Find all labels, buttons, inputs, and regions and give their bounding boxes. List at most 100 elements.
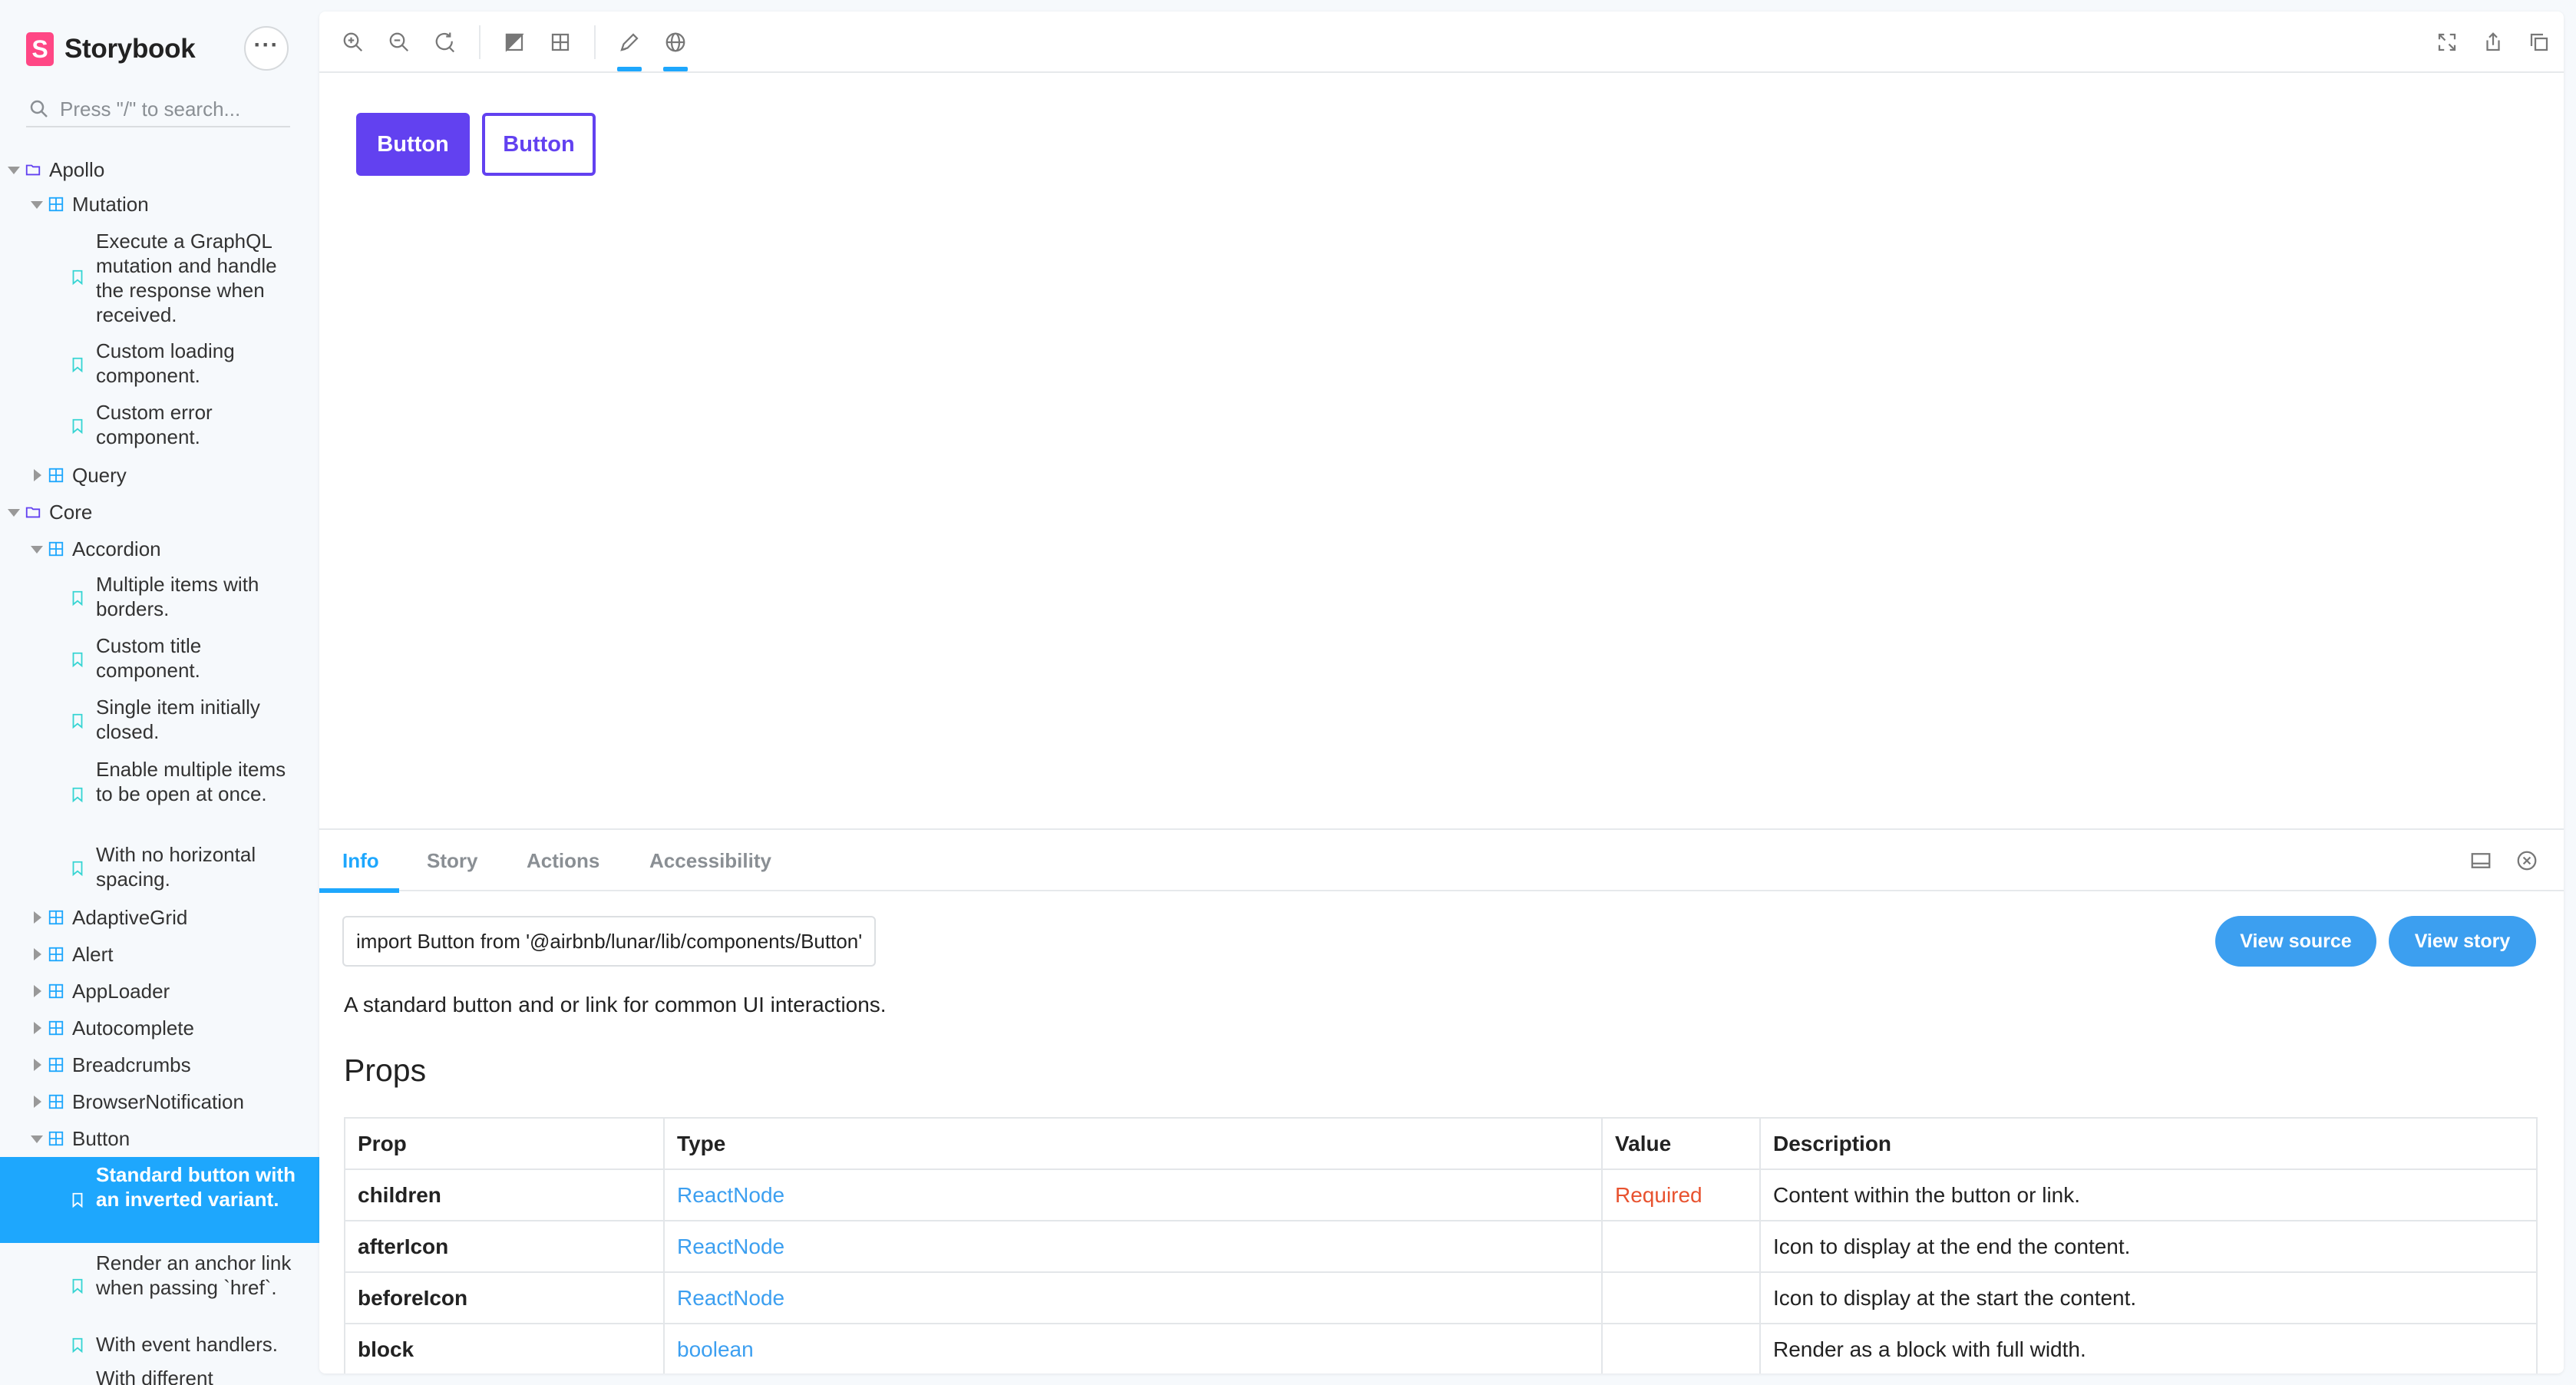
tree-component-accordion[interactable]: Accordion: [0, 531, 319, 567]
bookmark-icon: [72, 1337, 83, 1354]
tree-story-anchor-link[interactable]: Render an anchor link when passing `href…: [0, 1243, 319, 1329]
import-statement[interactable]: import Button from '@airbnb/lunar/lib/co…: [342, 916, 877, 967]
share-button[interactable]: [2479, 28, 2507, 56]
globe-button[interactable]: [662, 28, 689, 71]
tree-component-breadcrumbs[interactable]: Breadcrumbs: [0, 1046, 319, 1083]
prop-name: beforeIcon: [344, 1271, 665, 1324]
tree-group-apollo[interactable]: Apollo: [0, 154, 319, 186]
chevron-down-icon: [31, 1135, 43, 1143]
tree-component-button[interactable]: Button: [0, 1120, 319, 1157]
search-input[interactable]: [60, 97, 282, 121]
tree-label: Autocomplete: [72, 1016, 194, 1040]
tree-group-core[interactable]: Core: [0, 494, 319, 531]
tab-story[interactable]: Story: [427, 830, 477, 891]
fullscreen-icon: [2438, 33, 2456, 51]
brand[interactable]: S Storybook: [26, 29, 196, 69]
tree-component-browsernotification[interactable]: BrowserNotification: [0, 1083, 319, 1120]
column-header-value: Value: [1601, 1117, 1761, 1170]
tree-story-single-closed[interactable]: Single item initially closed.: [0, 690, 319, 752]
column-header-prop: Prop: [344, 1117, 665, 1170]
tree-story-standard-inverted[interactable]: Standard button with an inverted variant…: [0, 1157, 319, 1243]
inverted-button[interactable]: Button: [482, 113, 596, 176]
tree-component-autocomplete[interactable]: Autocomplete: [0, 1010, 319, 1046]
tree-story-with-different[interactable]: With different: [0, 1363, 319, 1385]
view-story-button[interactable]: View story: [2389, 916, 2536, 967]
fullscreen-button[interactable]: [2433, 28, 2461, 56]
table-row: afterIcon ReactNode Icon to display at t…: [344, 1220, 2538, 1273]
panel-position-button[interactable]: [2467, 847, 2495, 874]
props-heading: Props: [344, 1053, 427, 1088]
tree-label: Execute a GraphQL mutation and handle th…: [96, 230, 277, 326]
story-tree: Apollo Mutation Execute a GraphQL mutati…: [0, 154, 319, 1385]
tree-component-query[interactable]: Query: [0, 457, 319, 494]
zoom-out-button[interactable]: [385, 28, 413, 56]
tree-story-multiple-open[interactable]: Enable multiple items to be open at once…: [0, 752, 319, 838]
tree-component-adaptivegrid[interactable]: AdaptiveGrid: [0, 899, 319, 936]
chevron-right-icon: [34, 1059, 41, 1071]
component-icon: [48, 910, 64, 925]
tree-label: Query: [72, 464, 127, 487]
tree-story-no-spacing[interactable]: With no horizontal spacing.: [0, 838, 319, 899]
sidebar: S Storybook ··· Apollo Mutation Execute …: [0, 0, 319, 1385]
tree-component-apploader[interactable]: AppLoader: [0, 973, 319, 1010]
bookmark-icon: [72, 787, 83, 803]
tree-story-graphql-mutation[interactable]: Execute a GraphQL mutation and handle th…: [0, 223, 319, 334]
search-bar: [26, 92, 290, 127]
prop-type-link[interactable]: boolean: [663, 1323, 1603, 1373]
chevron-right-icon: [34, 469, 41, 481]
pencil-button[interactable]: [616, 28, 643, 71]
chevron-down-icon: [31, 201, 43, 209]
component-icon: [48, 197, 64, 212]
prop-name: children: [344, 1168, 665, 1221]
tree-label: AdaptiveGrid: [72, 906, 188, 929]
prop-value: [1601, 1220, 1761, 1273]
prop-type-link[interactable]: ReactNode: [663, 1220, 1603, 1273]
prop-description: Render as a block with full width.: [1759, 1323, 2538, 1373]
tree-story-custom-loading[interactable]: Custom loading component.: [0, 334, 319, 395]
primary-button[interactable]: Button: [356, 113, 470, 176]
tree-label: Breadcrumbs: [72, 1053, 191, 1076]
tab-actions[interactable]: Actions: [527, 830, 599, 891]
bookmark-icon: [72, 590, 83, 607]
tree-story-custom-title[interactable]: Custom title component.: [0, 629, 319, 690]
chevron-right-icon: [34, 911, 41, 924]
more-options-button[interactable]: ···: [244, 26, 289, 71]
view-source-button[interactable]: View source: [2215, 916, 2376, 967]
tree-label: Custom title component.: [96, 634, 202, 682]
copy-link-button[interactable]: [2525, 28, 2553, 56]
zoom-out-icon: [389, 32, 409, 52]
tree-label: Custom error component.: [96, 401, 213, 448]
prop-description: Icon to display at the end the content.: [1759, 1220, 2538, 1273]
table-row: block boolean Render as a block with ful…: [344, 1323, 2538, 1373]
tree-component-mutation[interactable]: Mutation: [0, 186, 319, 223]
toolbar-divider: [594, 25, 596, 59]
addons-panel: Info Story Actions Accessibility import …: [319, 828, 2564, 1373]
panel-layout-icon: [2471, 853, 2491, 868]
background-button[interactable]: [500, 28, 528, 56]
chevron-down-icon: [8, 167, 20, 174]
prop-type-link[interactable]: ReactNode: [663, 1271, 1603, 1324]
chevron-right-icon: [34, 948, 41, 960]
zoom-reset-button[interactable]: [431, 28, 459, 56]
tab-info[interactable]: Info: [319, 830, 399, 893]
grid-button[interactable]: [547, 28, 574, 56]
tree-label: Apollo: [49, 158, 105, 181]
tab-accessibility[interactable]: Accessibility: [649, 830, 771, 891]
folder-icon: [25, 164, 41, 176]
tree-label: BrowserNotification: [72, 1090, 244, 1113]
prop-type-link[interactable]: ReactNode: [663, 1168, 1603, 1221]
tree-story-multiple-borders[interactable]: Multiple items with borders.: [0, 567, 319, 629]
tree-story-event-handlers[interactable]: With event handlers.: [0, 1329, 319, 1363]
tree-label: Standard button with an inverted variant…: [96, 1163, 296, 1211]
prop-value: [1601, 1271, 1761, 1324]
panel-close-button[interactable]: [2513, 847, 2541, 874]
ellipsis-icon: ···: [253, 32, 279, 58]
brand-name: Storybook: [64, 34, 196, 64]
tree-label: With different: [96, 1367, 213, 1385]
column-header-description: Description: [1759, 1117, 2538, 1170]
zoom-in-button[interactable]: [339, 28, 367, 56]
tree-component-alert[interactable]: Alert: [0, 936, 319, 973]
storybook-logo-icon: S: [26, 32, 54, 66]
tree-label: Button: [72, 1127, 130, 1150]
tree-story-custom-error[interactable]: Custom error component.: [0, 395, 319, 457]
